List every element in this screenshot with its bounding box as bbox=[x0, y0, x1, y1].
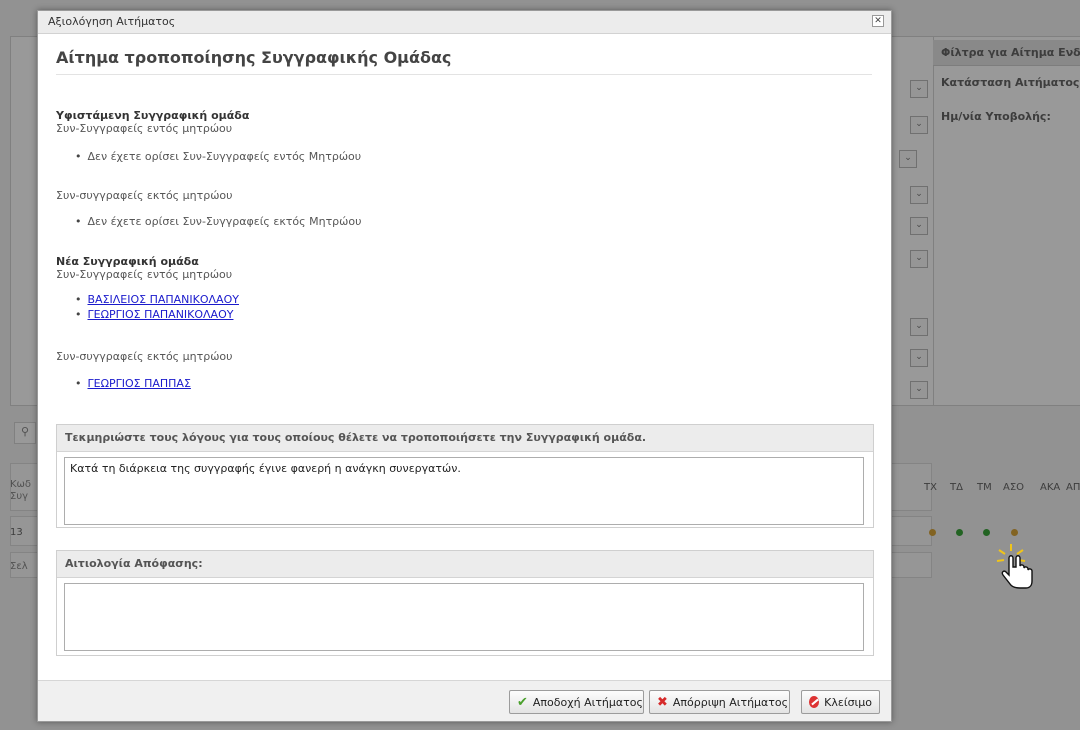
hand-pointer-icon bbox=[996, 544, 1033, 589]
justification-textarea[interactable]: Κατά τη διάρκεια της συγγραφής έγινε φαν… bbox=[64, 457, 864, 525]
author-link[interactable]: ΒΑΣΙΛΕΙΟΣ ΠΑΠΑΝΙΚΟΛΑΟΥ bbox=[88, 293, 239, 306]
justification-section: Τεκμηριώστε τους λόγους για τους οποίους… bbox=[56, 424, 874, 528]
new-team-external-label: Συν-συγγραφείς εκτός μητρώου bbox=[56, 350, 233, 363]
dialog-window-title: Αξιολόγηση Αιτήματος bbox=[48, 15, 176, 28]
accept-button-label: Αποδοχή Αιτήματος bbox=[532, 695, 643, 709]
accept-request-button[interactable]: ✔ Αποδοχή Αιτήματος bbox=[509, 690, 644, 714]
x-icon: ✖ bbox=[657, 694, 668, 710]
dialog-titlebar[interactable]: Αξιολόγηση Αιτήματος ✕ bbox=[38, 11, 891, 34]
list-item: • ΓΕΩΡΓΙΟΣ ΠΑΠΠΑΣ bbox=[75, 377, 191, 390]
author-link[interactable]: ΓΕΩΡΓΙΟΣ ΠΑΠΑΝΙΚΟΛΑΟΥ bbox=[88, 308, 234, 321]
close-button[interactable]: Κλείσιμο bbox=[801, 690, 880, 714]
reject-request-button[interactable]: ✖ Απόρριψη Αιτήματος bbox=[649, 690, 790, 714]
decision-textarea[interactable] bbox=[64, 583, 864, 651]
existing-external-item: Δεν έχετε ορίσει Συν-Συγγραφείς εκτός Μη… bbox=[87, 215, 362, 228]
list-item: • Δεν έχετε ορίσει Συν-Συγγραφείς εκτός Μ… bbox=[75, 215, 362, 228]
dialog-footer: ✔ Αποδοχή Αιτήματος ✖ Απόρριψη Αιτήματος… bbox=[38, 680, 891, 721]
decision-section: Αιτιολογία Απόφασης: bbox=[56, 550, 874, 656]
existing-team-title: Υφιστάμενη Συγγραφική ομάδα bbox=[56, 109, 250, 122]
list-item: • Δεν έχετε ορίσει Συν-Συγγραφείς εντός Μ… bbox=[75, 150, 362, 163]
new-team-title: Νέα Συγγραφική ομάδα bbox=[56, 255, 199, 268]
existing-team-internal-label: Συν-Συγγραφείς εντός μητρώου bbox=[56, 122, 233, 135]
existing-team-external-label: Συν-συγγραφείς εκτός μητρώου bbox=[56, 189, 233, 202]
no-entry-icon bbox=[809, 696, 820, 708]
close-icon[interactable]: ✕ bbox=[872, 15, 884, 27]
list-item: • ΒΑΣΙΛΕΙΟΣ ΠΑΠΑΝΙΚΟΛΑΟΥ bbox=[75, 293, 239, 306]
decision-label: Αιτιολογία Απόφασης: bbox=[57, 551, 873, 578]
page-title: Αίτημα τροποποίησης Συγγραφικής Ομάδας bbox=[56, 48, 872, 75]
new-team-internal-label: Συν-Συγγραφείς εντός μητρώου bbox=[56, 268, 233, 281]
list-item: • ΓΕΩΡΓΙΟΣ ΠΑΠΑΝΙΚΟΛΑΟΥ bbox=[75, 308, 234, 321]
close-button-label: Κλείσιμο bbox=[824, 695, 872, 709]
justification-label: Τεκμηριώστε τους λόγους για τους οποίους… bbox=[57, 425, 873, 452]
check-icon: ✔ bbox=[517, 694, 528, 710]
evaluation-dialog: Αξιολόγηση Αιτήματος ✕ Αίτημα τροποποίησ… bbox=[37, 10, 892, 722]
reject-button-label: Απόρριψη Αιτήματος bbox=[672, 695, 789, 709]
existing-internal-item: Δεν έχετε ορίσει Συν-Συγγραφείς εντός Μη… bbox=[87, 150, 362, 163]
author-link[interactable]: ΓΕΩΡΓΙΟΣ ΠΑΠΠΑΣ bbox=[88, 377, 191, 390]
